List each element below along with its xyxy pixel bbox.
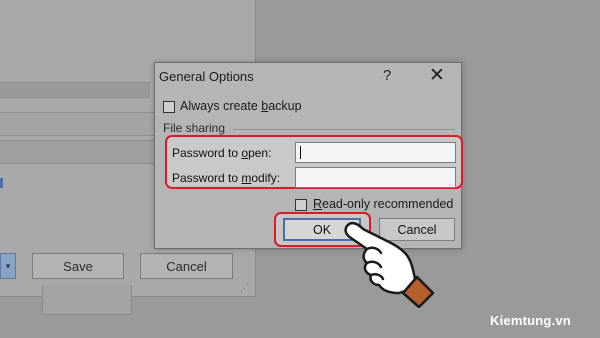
password-modify-input[interactable] — [295, 167, 456, 188]
background-cancel-button[interactable]: Cancel — [140, 253, 233, 279]
resize-grip-icon[interactable]: ⋰ — [240, 283, 249, 294]
always-backup-checkbox[interactable] — [163, 101, 175, 113]
pointing-hand-icon — [344, 221, 435, 308]
always-backup-label[interactable]: Always create backup — [180, 99, 302, 113]
read-only-checkbox[interactable] — [295, 199, 307, 211]
dialog-title: General Options — [159, 69, 254, 84]
password-open-input[interactable] — [295, 142, 456, 163]
read-only-label[interactable]: Read-only recommended — [313, 197, 453, 211]
text-caret — [300, 146, 301, 159]
background-field — [0, 82, 150, 98]
background-save-button[interactable]: Save — [32, 253, 124, 279]
close-icon[interactable]: ✕ — [429, 64, 445, 87]
tools-dropdown-arrow-icon[interactable]: ▾ — [0, 253, 16, 279]
background-panel — [42, 285, 132, 315]
help-icon[interactable]: ? — [383, 67, 391, 84]
password-modify-label: Password to modify: — [172, 171, 281, 185]
watermark: Kiemtung.vn — [490, 313, 571, 328]
file-sharing-label: File sharing — [163, 121, 226, 135]
background-link-marker — [0, 178, 3, 188]
section-divider — [233, 129, 455, 130]
password-open-label: Password to open: — [172, 146, 272, 160]
